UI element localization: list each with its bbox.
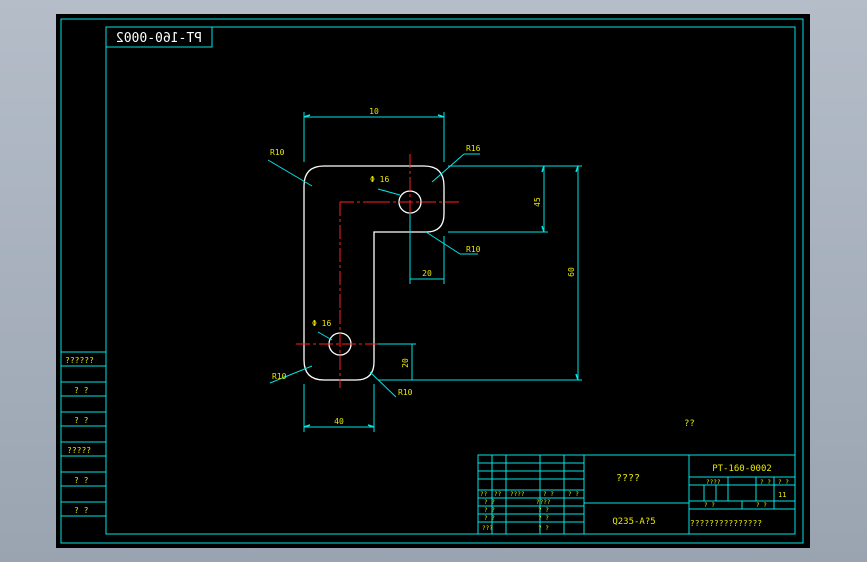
dim-offset-width: 20 [422, 269, 432, 278]
company-name: ??????????????? [690, 519, 762, 528]
tb-row-d-1: ??? [482, 525, 493, 532]
tb-row-c-1: ? ? [484, 515, 495, 522]
dim-bottom-hole: Φ 16 [312, 319, 331, 328]
left-strip [61, 351, 106, 517]
part-name: ???? [616, 473, 640, 484]
tb-row-c-2: ? ? [538, 515, 549, 522]
drawing-sheet: PT-160-0002 ?????? ? ? ? ? ????? ? ? ? ? [60, 18, 804, 544]
tb-header-4: ? ? [543, 491, 554, 498]
dim-top-hole: Φ 16 [370, 175, 389, 184]
sheet-right: ? ? [756, 502, 767, 509]
scale-header: ???? [706, 479, 721, 486]
ratio-value: 11 [778, 491, 786, 499]
dim-inner-radius: R10 [466, 245, 481, 254]
strip-label-3: ? ? [74, 416, 89, 425]
material: Q235-A?5 [612, 517, 655, 527]
dim-overall-height: 60 [567, 267, 576, 277]
tb-row-b-1: ? ? [484, 507, 495, 514]
tb-header-1: ?? [480, 491, 488, 498]
dim-bottom-width: 40 [334, 417, 344, 426]
strip-label-1: ?????? [65, 356, 94, 365]
tb-row-d-2: ? ? [538, 525, 549, 532]
dim-left-radius: R10 [270, 148, 285, 157]
strip-label-6: ? ? [74, 506, 89, 515]
tb-header-2: ?? [494, 491, 502, 498]
tb-row-a-1: ? ? [484, 499, 495, 506]
strip-label-2: ? ? [74, 386, 89, 395]
dim-bottom-height: 20 [401, 358, 410, 368]
tb-row-a-2: ???? [536, 499, 551, 506]
tb-header-3: ???? [510, 491, 525, 498]
dim-bottom-right-radius: R10 [398, 388, 413, 397]
sheet-left: ? ? [704, 502, 715, 509]
weight-header: ? ? [760, 479, 771, 486]
strip-label-4: ????? [67, 446, 91, 455]
mirrored-number-box: PT-160-0002 [105, 26, 213, 48]
dim-bottom-left-radius: R10 [272, 372, 287, 381]
tb-row-b-2: ? ? [538, 507, 549, 514]
drawing-number: PT-160-0002 [712, 464, 772, 474]
dim-top-width: 10 [369, 107, 379, 116]
ratio-header: ? ? [778, 479, 789, 486]
note-text: ?? [684, 419, 695, 429]
dim-right-radius: R16 [466, 144, 481, 153]
mirrored-drawing-number: PT-160-0002 [116, 31, 202, 46]
strip-label-5: ? ? [74, 476, 89, 485]
inner-frame [105, 26, 796, 535]
tb-header-5: ? ? [568, 491, 579, 498]
dim-slot-height: 45 [533, 197, 542, 207]
outer-frame [60, 18, 804, 544]
cad-viewport[interactable]: PT-160-0002 ?????? ? ? ? ? ????? ? ? ? ? [56, 14, 810, 548]
